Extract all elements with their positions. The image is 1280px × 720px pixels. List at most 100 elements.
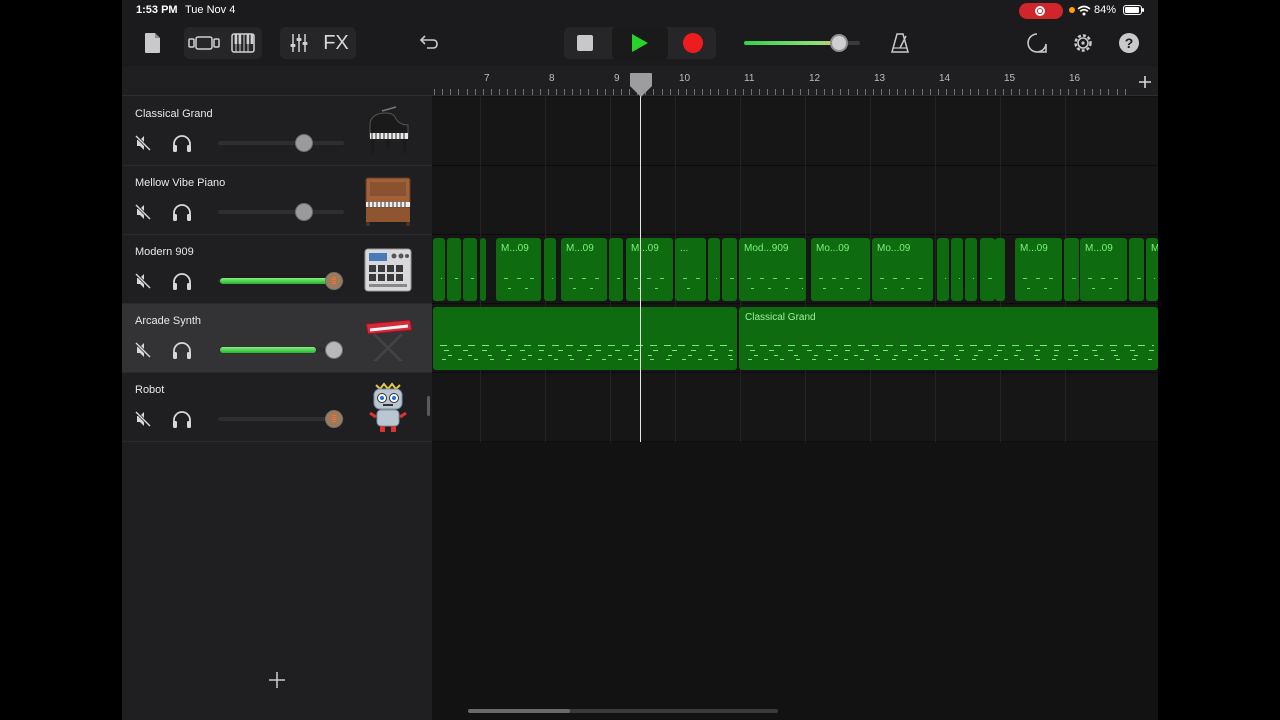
- ruler-tick: [987, 89, 988, 95]
- modern-909-region[interactable]: M: [1146, 238, 1158, 301]
- region-notes: [499, 274, 538, 294]
- region-notes: [983, 274, 992, 294]
- modern-909-region[interactable]: [609, 238, 623, 301]
- help-button[interactable]: ?: [1116, 30, 1142, 56]
- playhead-handle[interactable]: [629, 72, 653, 98]
- solo-button[interactable]: [170, 132, 194, 154]
- loop-browser-button[interactable]: [1024, 30, 1050, 56]
- modern-909-region[interactable]: Mo...09: [811, 238, 870, 301]
- solo-button[interactable]: [170, 201, 194, 223]
- home-indicator[interactable]: [468, 709, 778, 713]
- loop-icon: [1027, 33, 1047, 53]
- modern-909-region[interactable]: [433, 238, 445, 301]
- track-header-arcade-synth[interactable]: Arcade Synth: [122, 304, 432, 373]
- track-header-classical-grand[interactable]: Classical Grand: [122, 97, 432, 166]
- modern-909-region[interactable]: M...09: [496, 238, 541, 301]
- modern-909-region[interactable]: [951, 238, 963, 301]
- settings-button[interactable]: [1070, 30, 1096, 56]
- modern-909-region[interactable]: M...09: [561, 238, 607, 301]
- mute-button[interactable]: [133, 340, 153, 360]
- region-notes: [1132, 274, 1141, 294]
- track-header-modern-909[interactable]: Modern 909: [122, 235, 432, 304]
- modern-909-region[interactable]: [965, 238, 977, 301]
- master-volume-knob[interactable]: [830, 34, 849, 52]
- ruler-tick: [792, 89, 793, 95]
- volume-knob[interactable]: [324, 341, 343, 359]
- region-notes: [1018, 274, 1059, 294]
- bar-ruler[interactable]: 7 8 9 10 11 12 13 14 15 16: [432, 66, 1158, 96]
- ruler-tick: [848, 89, 849, 95]
- region-notes: [940, 274, 946, 294]
- modern-909-region[interactable]: M...09: [1080, 238, 1127, 301]
- mute-button[interactable]: [133, 271, 153, 291]
- modern-909-region[interactable]: [708, 238, 720, 301]
- metronome-button[interactable]: [888, 30, 912, 56]
- modern-909-region[interactable]: [937, 238, 949, 301]
- modern-909-region[interactable]: M...09: [626, 238, 673, 301]
- modern-909-region[interactable]: [1064, 238, 1079, 301]
- ruler-tick: [978, 89, 979, 95]
- ruler-tick: [475, 89, 476, 95]
- volume-knob[interactable]: [324, 272, 343, 290]
- ruler-corner: [122, 66, 432, 96]
- region-notes: [450, 274, 458, 294]
- ruler-tick: [727, 89, 728, 95]
- ruler-tick: [540, 89, 541, 95]
- bar-number: 8: [549, 73, 555, 84]
- track-header-resize-handle[interactable]: [427, 396, 430, 416]
- track-header-robot[interactable]: Robot: [122, 373, 432, 442]
- volume-slider[interactable]: [218, 141, 344, 145]
- volume-slider[interactable]: [218, 210, 344, 214]
- screen-recording-indicator[interactable]: [1019, 3, 1063, 19]
- modern-909-region[interactable]: ...: [675, 238, 706, 301]
- ruler-tick: [564, 89, 565, 95]
- modern-909-region[interactable]: [980, 238, 995, 301]
- tracks-view-button[interactable]: [186, 30, 222, 56]
- ruler-tick: [897, 89, 898, 95]
- garageband-app: 1:53 PM Tue Nov 4 84% FX ? Classical Gra…: [122, 0, 1158, 720]
- add-track-button[interactable]: [267, 670, 287, 690]
- region-notes: [1149, 274, 1155, 294]
- record-button[interactable]: [678, 31, 708, 55]
- modern-909-region[interactable]: [447, 238, 461, 301]
- mute-button[interactable]: [133, 409, 153, 429]
- modern-909-region[interactable]: M...09: [1015, 238, 1062, 301]
- volume-knob[interactable]: [294, 134, 313, 152]
- region-label: M...09: [1020, 243, 1048, 254]
- add-section-button[interactable]: [1138, 75, 1152, 89]
- arcade-synth-region[interactable]: Classical Grand: [739, 307, 1158, 370]
- track-lane-robot[interactable]: [432, 373, 1158, 442]
- instrument-view-button[interactable]: [228, 30, 258, 56]
- mute-button[interactable]: [133, 202, 153, 222]
- modern-909-region[interactable]: Mod...909: [739, 238, 806, 301]
- modern-909-region[interactable]: [544, 238, 556, 301]
- mute-button[interactable]: [133, 133, 153, 153]
- solo-button[interactable]: [170, 408, 194, 430]
- track-header-mellow-vibe-piano[interactable]: Mellow Vibe Piano: [122, 166, 432, 235]
- my-songs-button[interactable]: [140, 30, 164, 56]
- volume-knob[interactable]: [294, 203, 313, 221]
- modern-909-region[interactable]: [1129, 238, 1144, 301]
- track-controls-button[interactable]: [284, 30, 314, 56]
- stop-button[interactable]: [570, 31, 600, 55]
- solo-button[interactable]: [170, 270, 194, 292]
- modern-909-region[interactable]: [995, 238, 1005, 301]
- modern-909-region[interactable]: [480, 238, 486, 301]
- fx-button[interactable]: FX: [320, 30, 352, 56]
- arcade-synth-region[interactable]: [433, 307, 737, 370]
- volume-knob[interactable]: [324, 410, 343, 428]
- tracks-area[interactable]: 7 8 9 10 11 12 13 14 15 16 M...09 M...09 M...09... M…: [432, 66, 1158, 720]
- track-lane-classical-grand[interactable]: [432, 97, 1158, 166]
- ruler-tick: [548, 89, 549, 95]
- modern-909-region[interactable]: Mo...09: [872, 238, 933, 301]
- modern-909-region[interactable]: [722, 238, 737, 301]
- undo-button[interactable]: [416, 31, 440, 55]
- bar-number: 11: [744, 73, 755, 84]
- track-lane-mellow-vibe-piano[interactable]: [432, 166, 1158, 235]
- ruler-tick: [816, 89, 817, 95]
- modern-909-region[interactable]: [463, 238, 477, 301]
- ruler-tick: [840, 89, 841, 95]
- play-button[interactable]: [612, 27, 668, 59]
- solo-button[interactable]: [170, 339, 194, 361]
- ruler-tick: [824, 89, 825, 95]
